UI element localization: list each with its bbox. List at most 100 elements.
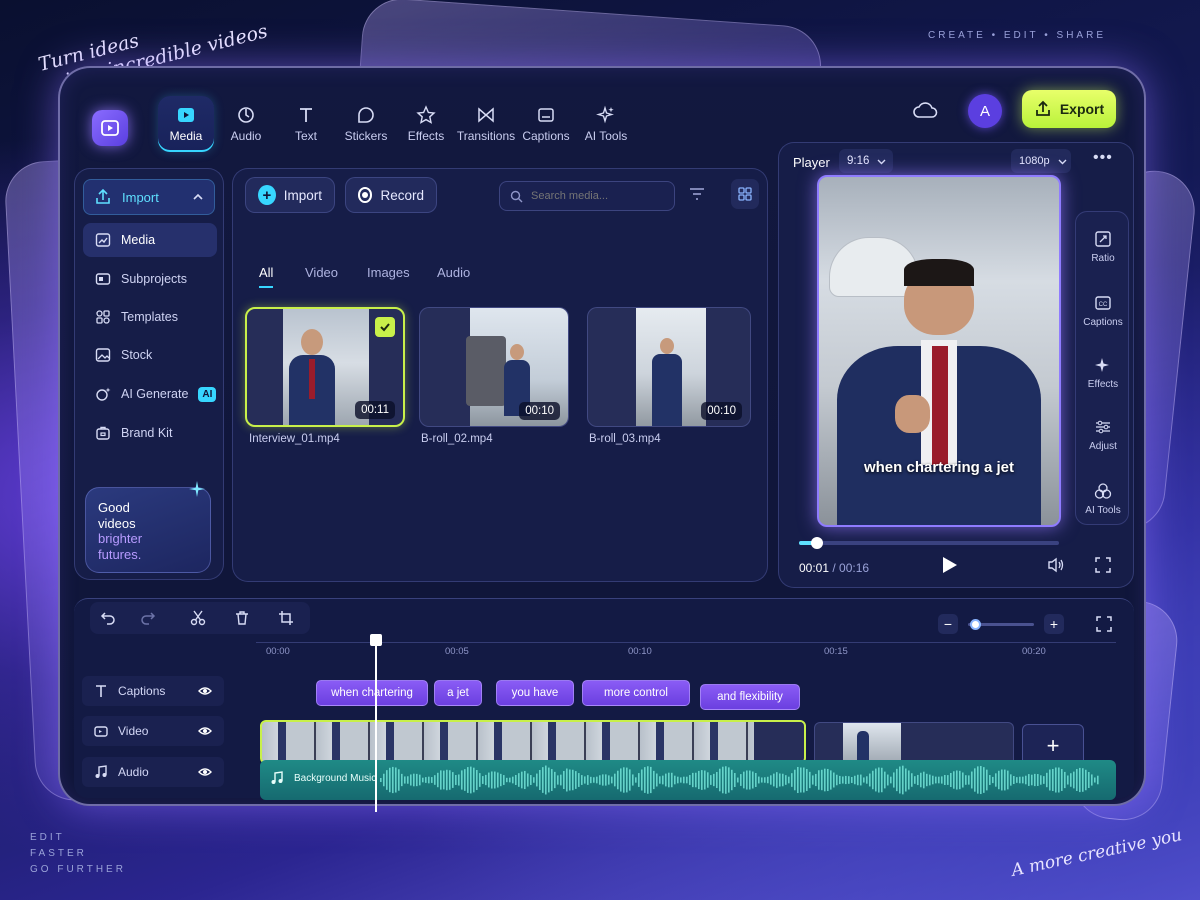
filter-icon[interactable] xyxy=(689,187,705,201)
scissors-icon[interactable] xyxy=(190,610,206,626)
media-import-button[interactable]: + Import xyxy=(245,177,335,213)
avatar[interactable]: A xyxy=(968,94,1002,128)
waveform-bar xyxy=(569,769,571,791)
waveform-bar xyxy=(956,770,958,790)
track-label-video[interactable]: Video xyxy=(82,716,224,746)
playback-scrubber[interactable] xyxy=(811,537,824,549)
tool-ai-tools[interactable]: AI Tools xyxy=(1076,482,1130,516)
tool-captions[interactable]: CC Captions xyxy=(1076,294,1130,328)
track-label-captions[interactable]: Captions xyxy=(82,676,224,706)
tab-captions-label: Captions xyxy=(522,129,570,143)
waveform-bar xyxy=(716,771,718,789)
sidebar-item-templates[interactable]: Templates xyxy=(83,300,217,334)
eye-icon[interactable] xyxy=(198,724,212,738)
zoom-slider[interactable] xyxy=(968,619,1034,630)
crop-icon[interactable] xyxy=(278,610,294,626)
search-input[interactable] xyxy=(531,190,661,202)
waveform-bar xyxy=(869,773,871,787)
cloud-icon[interactable] xyxy=(912,100,938,120)
resolution-select[interactable]: 1080p xyxy=(1011,149,1071,173)
waveform-bar xyxy=(530,775,532,785)
record-button[interactable]: Record xyxy=(345,177,437,213)
sidebar-item-media[interactable]: Media xyxy=(83,223,217,257)
waveform-bar xyxy=(1088,772,1090,788)
waveform-bar xyxy=(986,769,988,791)
media-thumb-broll-03[interactable]: 00:10 xyxy=(587,307,751,427)
tab-ai-tools[interactable]: AI Tools xyxy=(578,96,634,152)
zoom-out-button[interactable]: − xyxy=(938,614,958,634)
tab-text[interactable]: Text xyxy=(278,96,334,152)
waveform-bar xyxy=(476,770,478,790)
waveform-bar xyxy=(1061,769,1063,791)
tool-adjust[interactable]: Adjust xyxy=(1076,418,1130,452)
tab-transitions[interactable]: Transitions xyxy=(457,96,515,152)
undo-icon[interactable] xyxy=(100,610,116,626)
tab-stickers[interactable]: Stickers xyxy=(338,96,394,152)
export-button[interactable]: Export xyxy=(1022,90,1116,128)
sidebar-item-stock[interactable]: Stock xyxy=(83,338,217,372)
video-clip-interview[interactable] xyxy=(260,720,806,764)
waveform-bar xyxy=(959,770,961,790)
sidebar-import-button[interactable]: Import xyxy=(83,179,215,215)
waveform-bar xyxy=(833,772,835,788)
waveform-bar xyxy=(782,773,784,787)
tab-effects[interactable]: Effects xyxy=(398,96,454,152)
waveform-bar xyxy=(1010,774,1012,786)
sidebar-item-subprojects[interactable]: Subprojects xyxy=(83,262,217,296)
eye-icon[interactable] xyxy=(198,684,212,698)
media-tab-audio[interactable]: Audio xyxy=(437,265,470,280)
caption-clip[interactable]: a jet xyxy=(434,680,482,706)
sidebar-item-ai-generate[interactable]: AI Generate AI xyxy=(83,377,217,411)
waveform-bar xyxy=(551,769,553,791)
playhead[interactable] xyxy=(370,634,382,812)
search-box[interactable] xyxy=(499,181,675,211)
media-thumb-broll-02[interactable]: 00:10 xyxy=(419,307,569,427)
app-logo[interactable] xyxy=(92,110,128,146)
track-label-audio[interactable]: Audio xyxy=(82,757,224,787)
media-tab-images[interactable]: Images xyxy=(367,265,410,280)
caption-clip[interactable]: you have xyxy=(496,680,574,706)
selected-check-icon[interactable] xyxy=(375,317,395,337)
expand-icon[interactable] xyxy=(1096,616,1112,632)
waveform-bar xyxy=(773,773,775,787)
duration-badge: 00:11 xyxy=(355,401,395,419)
caption-clip[interactable]: and flexibility xyxy=(700,684,800,710)
waveform-bar xyxy=(593,777,595,783)
playback-progress-track[interactable] xyxy=(799,537,1059,549)
tab-captions[interactable]: Captions xyxy=(518,96,574,152)
caption-clip[interactable]: when chartering xyxy=(316,680,428,706)
audio-clip[interactable]: Background Music xyxy=(260,760,1116,800)
waveform-bar xyxy=(557,775,559,785)
more-options-icon[interactable]: ••• xyxy=(1093,149,1113,167)
media-tab-video[interactable]: Video xyxy=(305,265,338,280)
waveform-bar xyxy=(404,776,406,784)
play-icon[interactable] xyxy=(939,555,959,575)
tool-effects[interactable]: Effects xyxy=(1076,356,1130,390)
media-icon xyxy=(178,108,194,122)
waveform-bar xyxy=(398,769,400,791)
aspect-select[interactable]: 9:16 xyxy=(839,149,893,173)
caption-clip[interactable]: more control xyxy=(582,680,690,706)
video-preview[interactable]: when chartering a jet xyxy=(817,175,1061,527)
zoom-in-button[interactable]: + xyxy=(1044,614,1064,634)
media-thumb-interview[interactable]: 00:11 xyxy=(245,307,405,427)
aspect-value: 9:16 xyxy=(847,155,870,167)
waveform-bar xyxy=(719,768,721,792)
tab-audio[interactable]: Audio xyxy=(218,96,274,152)
volume-icon[interactable] xyxy=(1047,557,1065,573)
redo-icon[interactable] xyxy=(140,610,156,626)
tool-ratio[interactable]: Ratio xyxy=(1076,230,1130,264)
sidebar-item-brand-kit[interactable]: Brand Kit xyxy=(83,416,217,450)
grid-view-button[interactable] xyxy=(731,179,759,209)
media-tab-all[interactable]: All xyxy=(259,265,274,288)
ruler-tick: 00:15 xyxy=(824,646,848,657)
tab-media[interactable]: Media xyxy=(158,96,214,152)
eye-icon[interactable] xyxy=(198,765,212,779)
text-icon xyxy=(96,685,106,697)
sparkle-icon xyxy=(1095,358,1109,372)
fullscreen-icon[interactable] xyxy=(1095,557,1111,573)
waveform-bar xyxy=(695,772,697,788)
waveform-bar xyxy=(392,766,394,794)
zoom-slider-knob[interactable] xyxy=(969,619,981,630)
trash-icon[interactable] xyxy=(234,610,250,626)
